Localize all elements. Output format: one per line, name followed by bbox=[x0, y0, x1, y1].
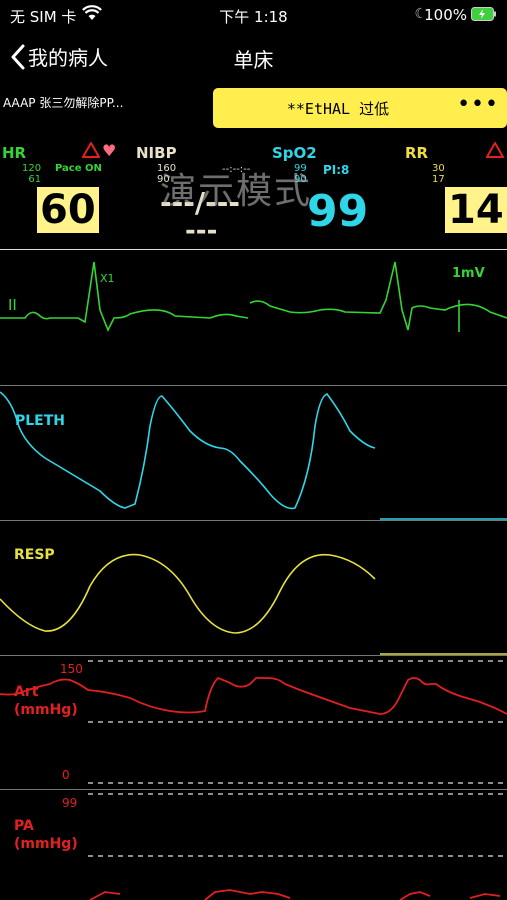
alarm-triangle-icon bbox=[81, 140, 101, 162]
pa-unit: (mmHg) bbox=[14, 836, 78, 852]
rr-value[interactable]: 14 bbox=[445, 187, 507, 233]
hr-label: HR bbox=[2, 144, 27, 162]
hr-limit-low: 61 bbox=[28, 174, 42, 185]
pleth-label: PLETH bbox=[15, 413, 66, 429]
hr-limits: 120 61 bbox=[22, 163, 41, 185]
page-title: 单床 bbox=[233, 48, 274, 72]
navigation-bar: 我的病人 单床 bbox=[0, 30, 507, 85]
battery-percent: 100% bbox=[424, 6, 467, 24]
hr-limit-high: 120 bbox=[22, 163, 42, 174]
demo-mode-watermark: 演示模式 bbox=[160, 171, 313, 212]
spo2-value[interactable]: 99 bbox=[307, 186, 368, 237]
heart-icon: ♥ bbox=[102, 141, 117, 160]
alarm-triangle-icon bbox=[485, 140, 505, 162]
hr-value[interactable]: 60 bbox=[37, 187, 99, 233]
rr-limits: 30 17 bbox=[432, 163, 445, 185]
ecg-gain-marker: X1 bbox=[100, 272, 115, 285]
pa-scale-top: 99 bbox=[62, 796, 78, 810]
nibp-label: NIBP bbox=[136, 144, 177, 162]
pleth-waveform-panel[interactable]: PLETH bbox=[0, 386, 507, 520]
ecg-lead-label: II bbox=[8, 296, 17, 314]
battery-charging-icon bbox=[471, 7, 497, 25]
alarm-banner[interactable]: **EtHAL 过低 ••• bbox=[213, 88, 507, 128]
resp-label: RESP bbox=[14, 547, 55, 563]
nibp-mean: --- bbox=[185, 216, 218, 246]
pa-waveform-panel[interactable]: 99 PA (mmHg) bbox=[0, 790, 507, 900]
art-scale-bottom: 0 bbox=[62, 768, 70, 782]
ecg-scale-label: 1mV bbox=[452, 266, 485, 281]
rr-limit-low: 17 bbox=[432, 174, 445, 185]
more-options-icon[interactable]: ••• bbox=[457, 92, 499, 117]
spo2-pi: PI:8 bbox=[323, 163, 350, 177]
art-scale-top: 150 bbox=[60, 662, 83, 676]
art-unit: (mmHg) bbox=[14, 702, 78, 718]
resp-waveform bbox=[0, 553, 507, 655]
alarm-message: **EtHAL 过低 bbox=[286, 100, 390, 118]
resp-waveform-panel[interactable]: RESP bbox=[0, 521, 507, 655]
ecg-waveform-panel[interactable]: II X1 1mV bbox=[0, 250, 507, 385]
art-waveform-panel[interactable]: 150 Art (mmHg) 0 bbox=[0, 656, 507, 789]
spo2-label: SpO2 bbox=[272, 144, 317, 162]
ecg-waveform bbox=[0, 261, 507, 332]
rr-limit-high: 30 bbox=[432, 163, 445, 174]
status-bar: 无 SIM 卡 下午 1:18 ☾ 100% bbox=[0, 0, 507, 30]
pace-status: Pace ON bbox=[55, 163, 102, 174]
patient-info[interactable]: AAAP 张三勿解除PP... bbox=[0, 88, 210, 128]
patient-info-text: AAAP 张三勿解除PP... bbox=[3, 96, 124, 110]
pa-label: PA bbox=[14, 818, 34, 834]
rr-label: RR bbox=[405, 144, 429, 162]
pleth-waveform bbox=[0, 391, 507, 520]
art-label: Art bbox=[14, 684, 39, 700]
